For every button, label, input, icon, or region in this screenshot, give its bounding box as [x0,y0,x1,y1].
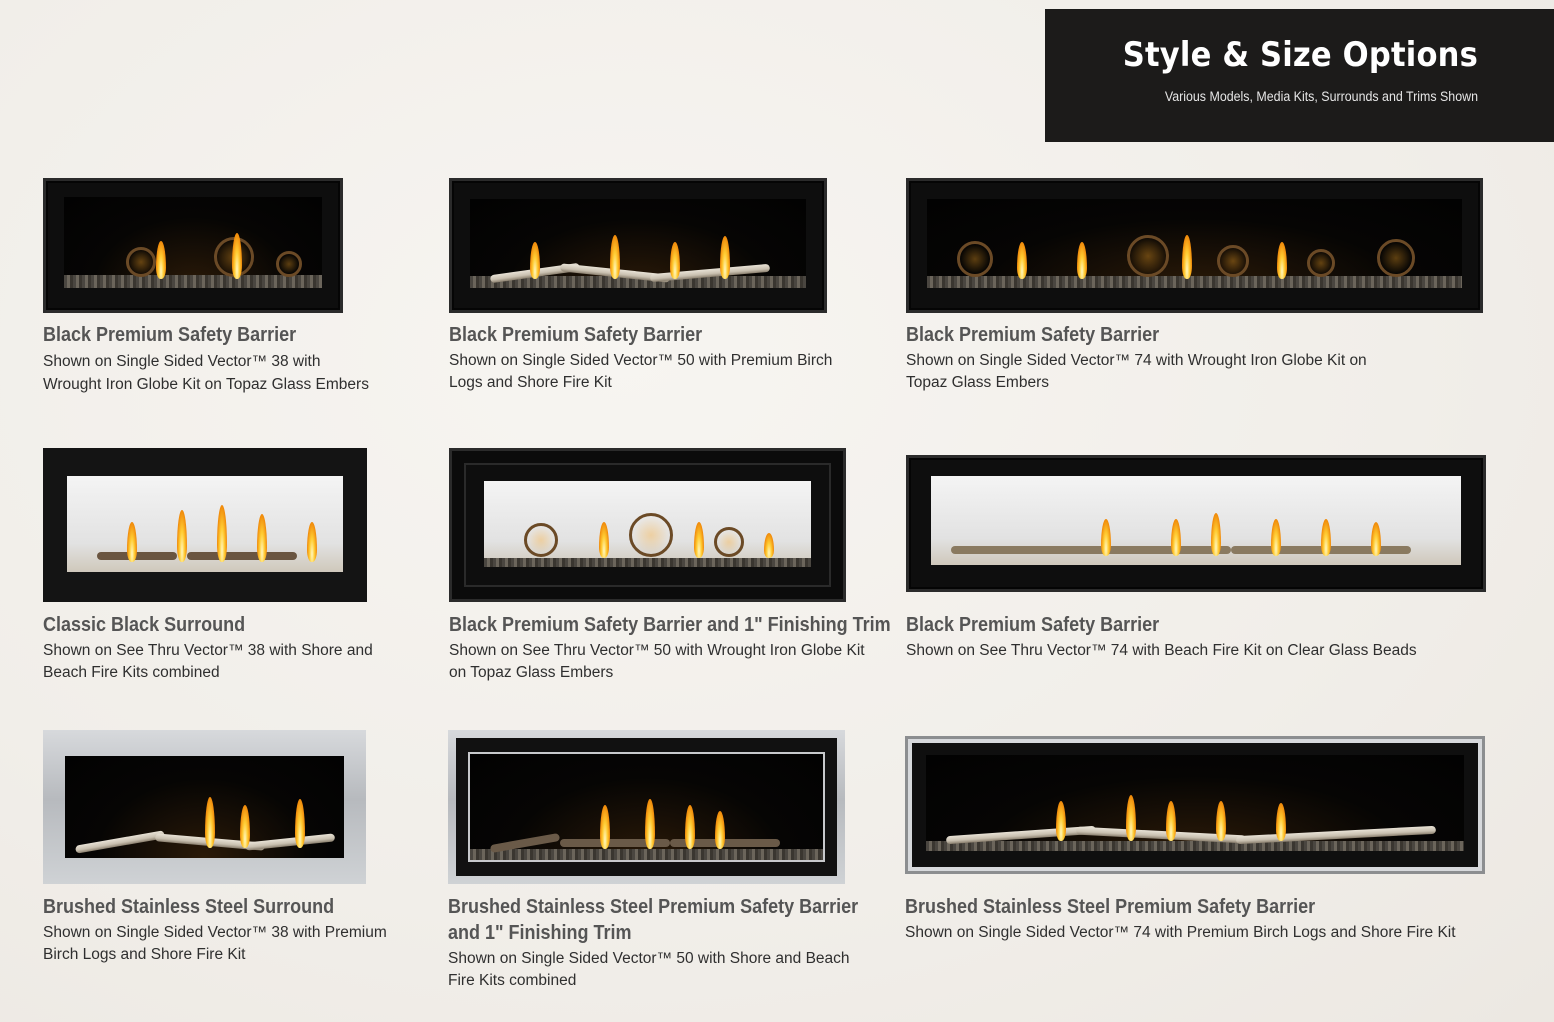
section-header: Style & Size Options Various Models, Med… [1045,9,1554,142]
item-title-2: Black Premium Safety Barrier [449,324,703,346]
item-desc-2-line2: Logs and Shore Fire Kit [449,374,612,391]
item-desc-7: Shown on Single Sided Vector™ 38 with Pr… [43,922,387,966]
item-desc-2: Shown on Single Sided Vector™ 50 with Pr… [449,350,832,394]
fireplace-image-6 [906,455,1486,592]
item-title-1: Black Premium Safety Barrier [43,324,297,346]
item-desc-5: Shown on See Thru Vector™ 50 with Wrough… [449,640,865,684]
item-desc-1: Shown on Single Sided Vector™ 38 with Wr… [43,350,369,396]
fireplace-image-7 [43,730,366,884]
fireplace-image-1 [43,178,343,313]
item-desc-2-line1: Shown on Single Sided Vector™ 50 with Pr… [449,352,833,369]
fireplace-image-2 [449,178,827,313]
item-desc-3: Shown on Single Sided Vector™ 74 with Wr… [906,350,1367,394]
item-desc-9: Shown on Single Sided Vector™ 74 with Pr… [905,922,1456,944]
item-title-5: Black Premium Safety Barrier and 1" Fini… [449,614,891,636]
item-desc-6-line1: Shown on See Thru Vector™ 74 with Beach … [906,642,1417,659]
item-desc-7-line1: Shown on Single Sided Vector™ 38 with Pr… [43,924,387,941]
item-desc-3-line1: Shown on Single Sided Vector™ 74 with Wr… [906,352,1367,369]
item-desc-4-line1: Shown on See Thru Vector™ 38 with Shore … [43,642,373,659]
page-subtitle: Various Models, Media Kits, Surrounds an… [1164,89,1478,104]
item-title-4: Classic Black Surround [43,614,246,636]
item-title-7: Brushed Stainless Steel Surround [43,896,335,918]
fireplace-image-4 [43,448,367,602]
item-desc-8: Shown on Single Sided Vector™ 50 with Sh… [448,948,850,992]
item-desc-1-line1: Shown on Single Sided Vector™ 38 with [43,353,321,370]
fireplace-image-9 [905,736,1485,874]
item-desc-5-line1: Shown on See Thru Vector™ 50 with Wrough… [449,642,865,659]
item-title-9: Brushed Stainless Steel Premium Safety B… [905,896,1316,918]
fireplace-image-3 [906,178,1483,313]
item-title-6: Black Premium Safety Barrier [906,614,1160,636]
item-desc-7-line2: Birch Logs and Shore Fire Kit [43,946,246,963]
page-title: Style & Size Options [1122,35,1478,75]
item-title-8-line2: and 1" Finishing Trim [448,922,632,944]
item-desc-9-line1: Shown on Single Sided Vector™ 74 with Pr… [905,924,1456,941]
fireplace-image-8 [448,730,845,884]
item-desc-6: Shown on See Thru Vector™ 74 with Beach … [906,640,1417,662]
item-title-3: Black Premium Safety Barrier [906,324,1160,346]
item-desc-8-line2: Fire Kits combined [448,972,577,989]
fireplace-image-5 [449,448,846,602]
item-desc-4-line2: Beach Fire Kits combined [43,664,220,681]
item-desc-3-line2: Topaz Glass Embers [906,374,1049,391]
item-desc-5-line2: on Topaz Glass Embers [449,664,614,681]
item-desc-8-line1: Shown on Single Sided Vector™ 50 with Sh… [448,950,850,967]
item-desc-4: Shown on See Thru Vector™ 38 with Shore … [43,640,373,684]
item-desc-1-line2: Wrought Iron Globe Kit on Topaz Glass Em… [43,376,369,393]
item-title-8: Brushed Stainless Steel Premium Safety B… [448,896,859,918]
